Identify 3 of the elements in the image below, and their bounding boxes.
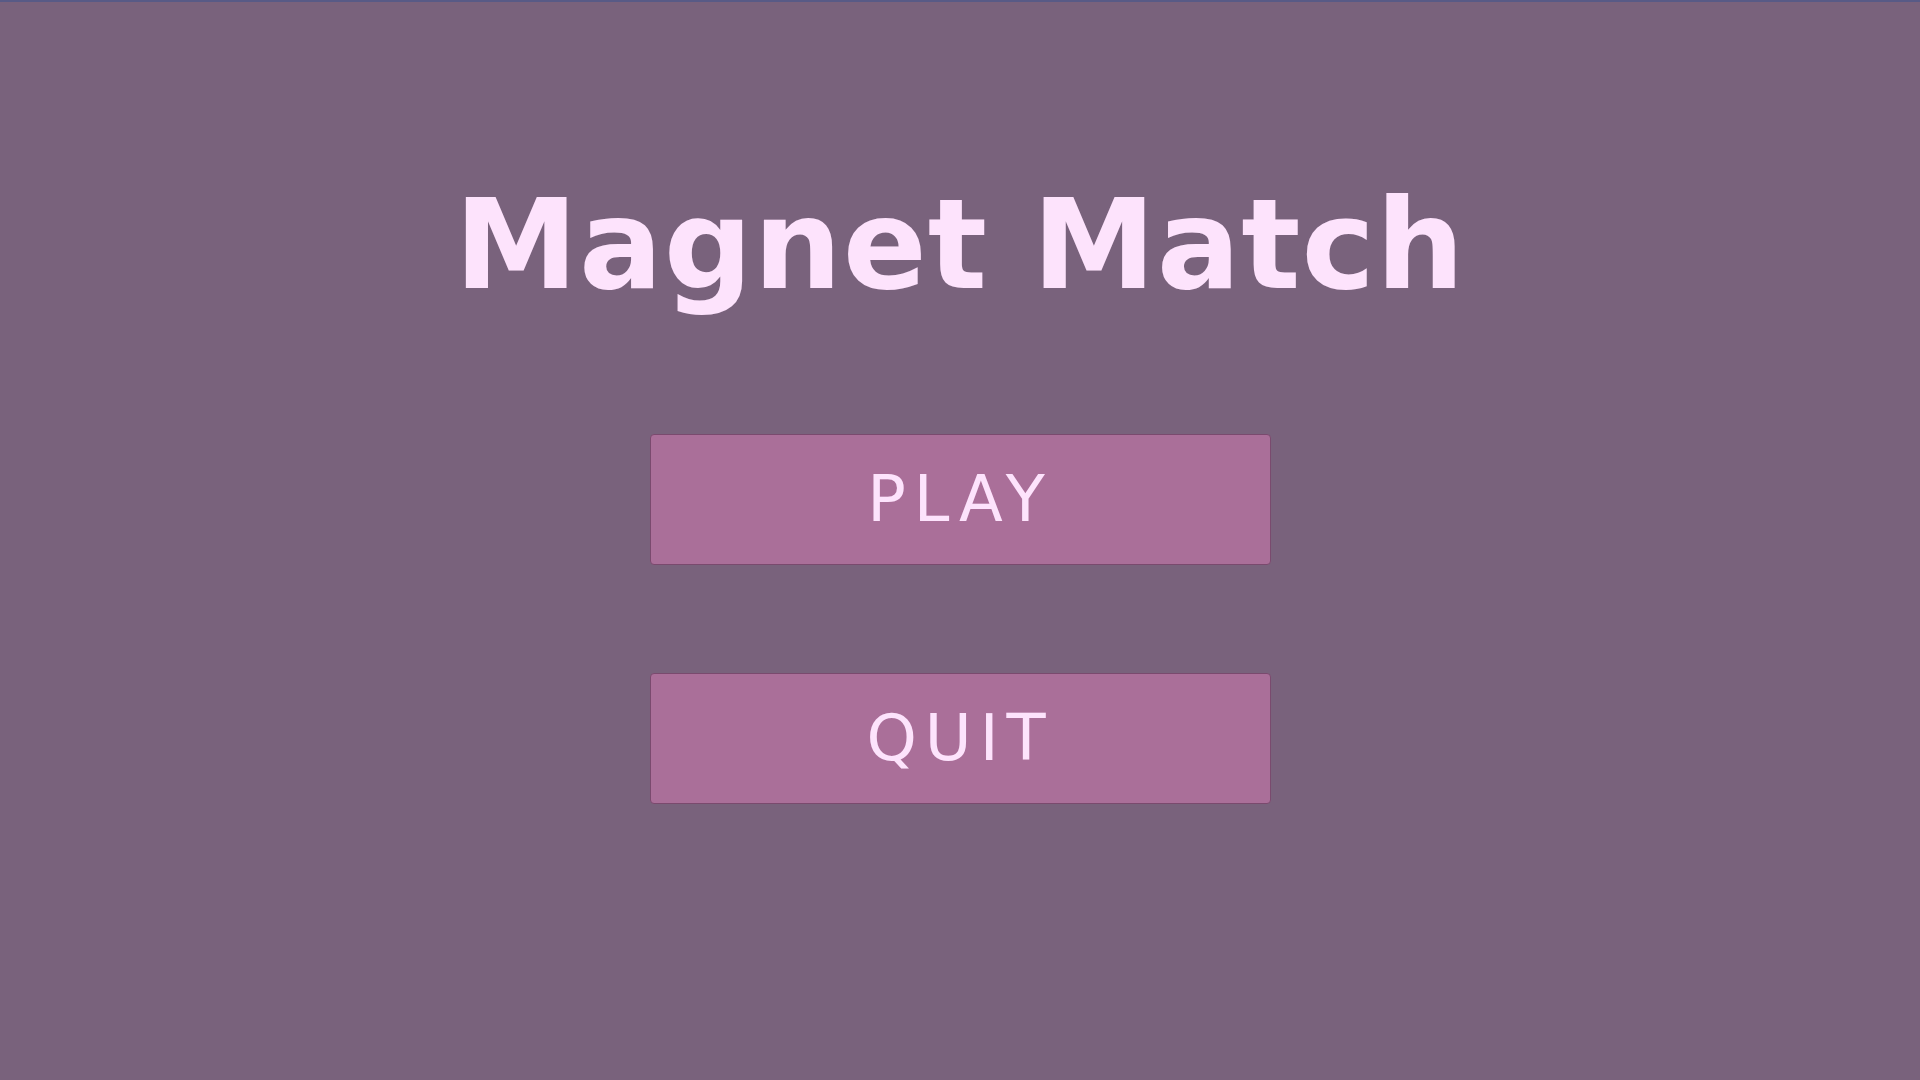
menu-button[interactable]: PLAY — [649, 433, 1271, 565]
game-title: Magnet Match — [454, 174, 1466, 317]
menu-button[interactable]: QUIT — [649, 672, 1271, 804]
